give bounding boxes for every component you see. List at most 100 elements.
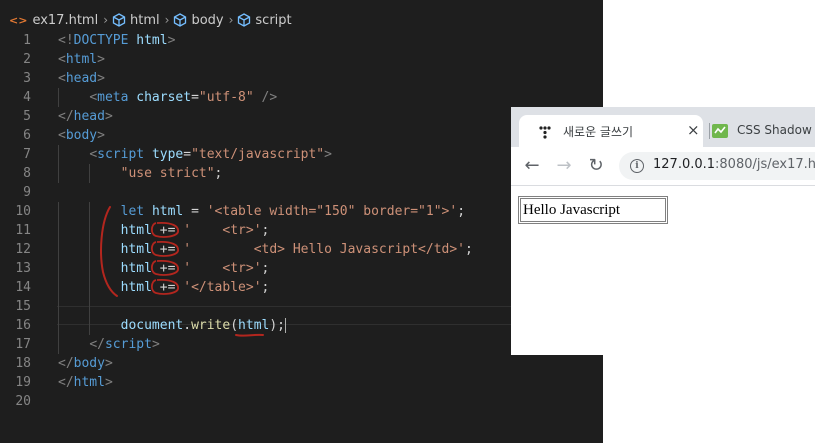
code-token: = [191, 90, 199, 105]
code-token: > [324, 147, 332, 162]
code-token: let [120, 204, 145, 219]
browser-window: 새로운 글쓰기 × CSS Shadow E ← → ↻ i 127.0.0.1… [511, 107, 815, 355]
code-token: </ [89, 337, 105, 352]
line-number: 3 [23, 71, 31, 86]
code-line[interactable]: 18 </body> [0, 354, 603, 373]
breadcrumb-item-script[interactable]: script [255, 13, 291, 28]
code-text: html += ' <td> Hello Javascript</td>'; [58, 240, 473, 259]
code-text: </script> [58, 335, 160, 354]
code-token: < [89, 90, 98, 105]
code-text: </html> [58, 373, 113, 392]
tistory-favicon-icon [539, 126, 551, 139]
line-number: 20 [15, 394, 31, 409]
code-text: </head> [58, 107, 113, 126]
code-token: > [104, 375, 113, 390]
code-token: ( [230, 318, 239, 333]
code-line[interactable]: 2 <html> [0, 50, 603, 69]
code-token: html [136, 33, 168, 48]
code-token: html [73, 375, 105, 390]
code-text: html += ' <tr>'; [58, 259, 270, 278]
forward-arrow-icon[interactable]: → [553, 155, 575, 177]
code-token: > [97, 71, 105, 86]
line-number: 2 [23, 52, 31, 67]
code-line[interactable]: 3 <head> [0, 69, 603, 88]
code-text: </body> [58, 354, 113, 373]
code-token: html [120, 261, 152, 276]
code-text: <html> [58, 50, 105, 69]
code-token: += [151, 280, 184, 295]
code-line[interactable]: 1 <!DOCTYPE html> [0, 31, 603, 50]
address-bar[interactable]: i 127.0.0.1:8080/js/ex17.htm [619, 152, 815, 180]
tab-css-shadow[interactable]: CSS Shadow E [737, 123, 815, 137]
code-token: meta [97, 90, 129, 105]
symbol-element-icon [174, 13, 187, 27]
code-token: script [97, 147, 145, 162]
line-number: 12 [15, 242, 31, 257]
code-token: = [183, 147, 192, 162]
info-icon[interactable]: i [630, 159, 644, 173]
line-number: 15 [15, 299, 31, 314]
chevron-right-icon: › [228, 13, 234, 27]
browser-toolbar: ← → ↻ i 127.0.0.1:8080/js/ex17.htm [511, 147, 815, 186]
code-token: . [183, 318, 192, 333]
code-token: charset [136, 90, 192, 105]
code-token: body [73, 356, 105, 371]
close-icon[interactable]: × [687, 121, 700, 139]
code-token: html [151, 204, 184, 219]
line-number: 8 [23, 166, 31, 181]
rendered-table: Hello Javascript [518, 196, 668, 224]
code-token: "utf-8" [198, 90, 254, 105]
code-token: html [120, 242, 152, 257]
code-token: < [89, 147, 98, 162]
line-number: 5 [23, 109, 31, 124]
code-token: ; [465, 242, 473, 257]
code-token: ' <tr>' [183, 223, 262, 238]
indent-guide [58, 297, 59, 316]
code-token: > [151, 337, 160, 352]
code-text: <script type="text/javascript"> [58, 145, 332, 164]
breadcrumb-item-html[interactable]: html [130, 13, 160, 28]
line-number: 9 [23, 185, 31, 200]
code-token: ; [457, 204, 466, 219]
code-token: DOCTYPE [73, 33, 129, 48]
code-token: < [58, 128, 66, 143]
code-token: = [183, 204, 207, 219]
reload-icon[interactable]: ↻ [585, 155, 607, 177]
breadcrumb-item-body[interactable]: body [191, 13, 223, 28]
code-text: let html = '<table width="150" border="1… [58, 202, 465, 221]
code-line[interactable]: 4 <meta charset="utf-8" /> [0, 88, 603, 107]
breadcrumb-file[interactable]: ex17.html [32, 13, 98, 28]
code-token: > [104, 109, 113, 124]
code-token: > [167, 33, 176, 48]
text-cursor [285, 318, 287, 333]
code-token: ); [269, 318, 286, 333]
chevron-right-icon: › [103, 13, 108, 27]
tab-new-post[interactable]: 새로운 글쓰기 × [519, 115, 703, 147]
code-line[interactable]: 20 [0, 392, 603, 411]
line-number: 16 [15, 318, 31, 333]
back-arrow-icon[interactable]: ← [521, 155, 543, 177]
code-token: </ [58, 109, 74, 124]
line-number: 19 [15, 375, 31, 390]
code-token: script [104, 337, 152, 352]
table-cell: Hello Javascript [520, 198, 666, 222]
code-token: </ [58, 375, 74, 390]
code-token: '</table>' [183, 280, 262, 295]
code-token: ' <td> Hello Javascript</td>' [183, 242, 466, 257]
line-number: 4 [23, 90, 31, 105]
code-text: <head> [58, 69, 105, 88]
code-token: += [151, 242, 184, 257]
code-text: <!DOCTYPE html> [58, 31, 175, 50]
code-token: > [97, 52, 105, 67]
code-line[interactable]: 19 </html> [0, 373, 603, 392]
code-token: ; [261, 223, 270, 238]
tab-title: 새로운 글쓰기 [563, 125, 634, 139]
